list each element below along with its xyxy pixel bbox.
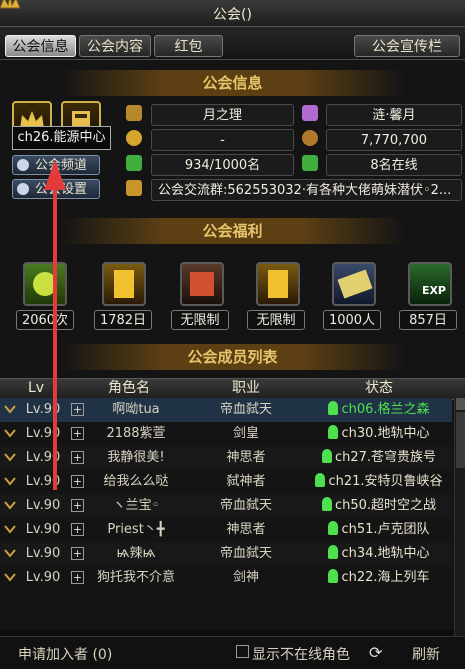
applicants-link[interactable]: 申请加入者 (0) <box>18 644 112 664</box>
hide-offline-checkbox[interactable] <box>236 645 249 658</box>
annotation-arrow <box>44 160 66 490</box>
hide-offline-label: 显示不在线角色 <box>252 647 350 663</box>
refresh-button[interactable]: 刷新 <box>412 644 440 664</box>
refresh-icon[interactable]: ⟳ <box>369 643 382 662</box>
